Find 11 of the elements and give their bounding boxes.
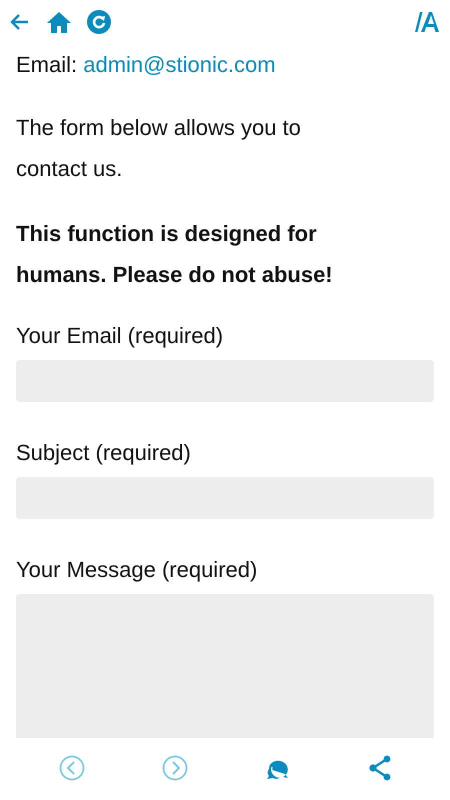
email-label: Email:	[16, 52, 78, 77]
field-label: Subject (required)	[16, 439, 192, 467]
font-size-icon[interactable]	[414, 10, 440, 34]
intro-text: The form below allows you to contact us.	[16, 114, 302, 183]
share-icon[interactable]	[368, 755, 392, 781]
field-label: Your Email (required)	[16, 322, 224, 350]
refresh-icon[interactable]	[86, 9, 112, 35]
field-label: Your Message (required)	[16, 556, 258, 584]
warning-text: This function is designed for humans. Please do not abuse!	[16, 220, 334, 289]
email-link[interactable]: admin@stionic.com	[83, 52, 276, 77]
home-icon[interactable]	[46, 10, 72, 34]
